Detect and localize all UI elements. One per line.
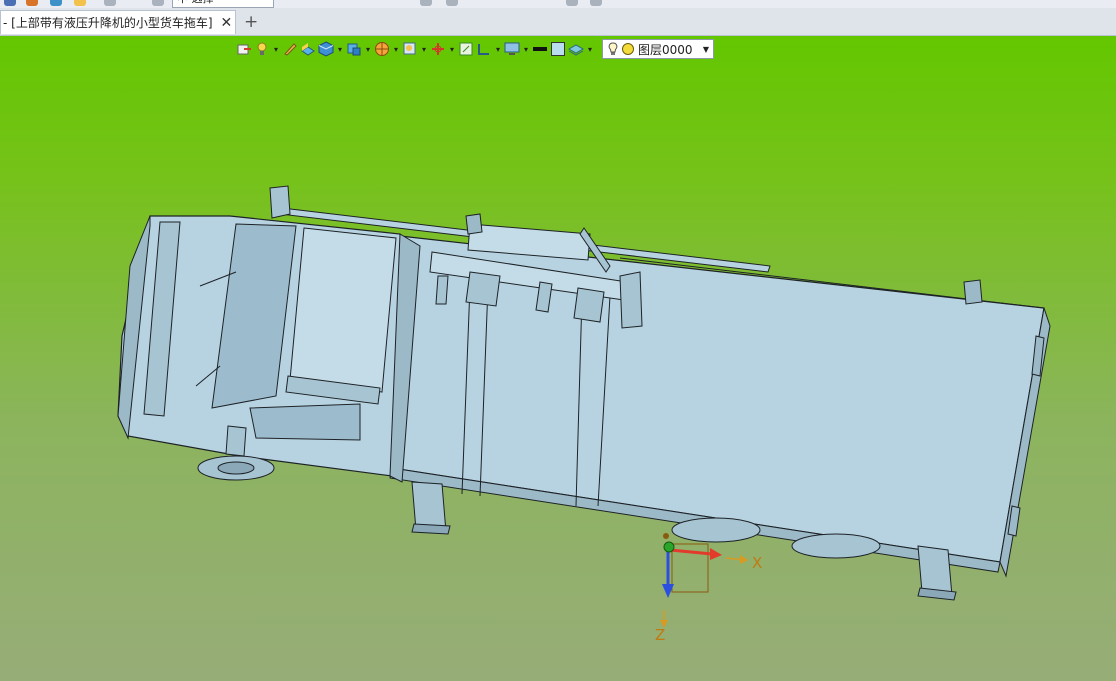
axis-z-label: Z bbox=[655, 626, 665, 644]
settings-icon[interactable] bbox=[566, 0, 578, 6]
truck-trailer-model[interactable]: X Z bbox=[0, 36, 1116, 681]
3d-viewport[interactable]: ▾ ▾ ▾ ▾ ▾ ▾ ▾ ▾ ▾ 图层0000 ▼ X Z bbox=[0, 36, 1116, 681]
selection-filter-field[interactable]: 中 选择 bbox=[172, 0, 274, 8]
measure-icon[interactable] bbox=[446, 0, 458, 6]
help-icon[interactable] bbox=[590, 0, 602, 6]
document-tab[interactable]: - [上部带有液压升降机的小型货车拖车] ✕ bbox=[0, 10, 236, 34]
close-tab-icon[interactable]: ✕ bbox=[221, 15, 233, 31]
axis-x-label: X bbox=[752, 554, 762, 572]
coordinate-triad bbox=[660, 533, 748, 628]
add-tab-button[interactable]: + bbox=[244, 12, 258, 32]
menu-icon[interactable] bbox=[4, 0, 16, 6]
save-icon[interactable] bbox=[50, 0, 62, 6]
select-mode-icon[interactable] bbox=[74, 0, 86, 6]
snap-icon[interactable] bbox=[420, 0, 432, 6]
truck-cab bbox=[117, 215, 421, 483]
document-tab-bar: - [上部带有液压升降机的小型货车拖车] ✕ + bbox=[0, 8, 1116, 36]
document-tab-title: - [上部带有液压升降机的小型货车拖车] bbox=[3, 16, 213, 30]
top-toolbar-strip: 中 选择 bbox=[0, 0, 1116, 8]
undo-icon[interactable] bbox=[104, 0, 116, 6]
redo-icon[interactable] bbox=[152, 0, 164, 6]
open-icon[interactable] bbox=[26, 0, 38, 6]
